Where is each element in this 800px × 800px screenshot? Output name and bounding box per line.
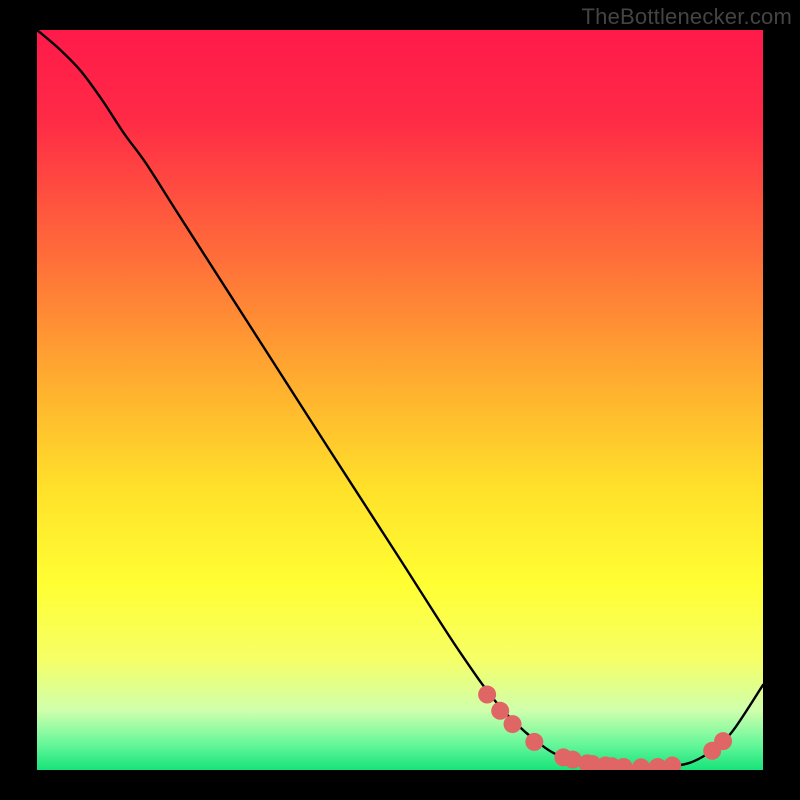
highlight-dot [504, 715, 522, 733]
highlight-dot [491, 702, 509, 720]
highlight-dot [714, 732, 732, 750]
chart-frame: TheBottlenecker.com [0, 0, 800, 800]
highlight-dot [478, 686, 496, 704]
highlight-dot [525, 733, 543, 751]
watermark-text: TheBottlenecker.com [582, 4, 792, 30]
bottleneck-chart [37, 30, 763, 770]
gradient-background [37, 30, 763, 770]
